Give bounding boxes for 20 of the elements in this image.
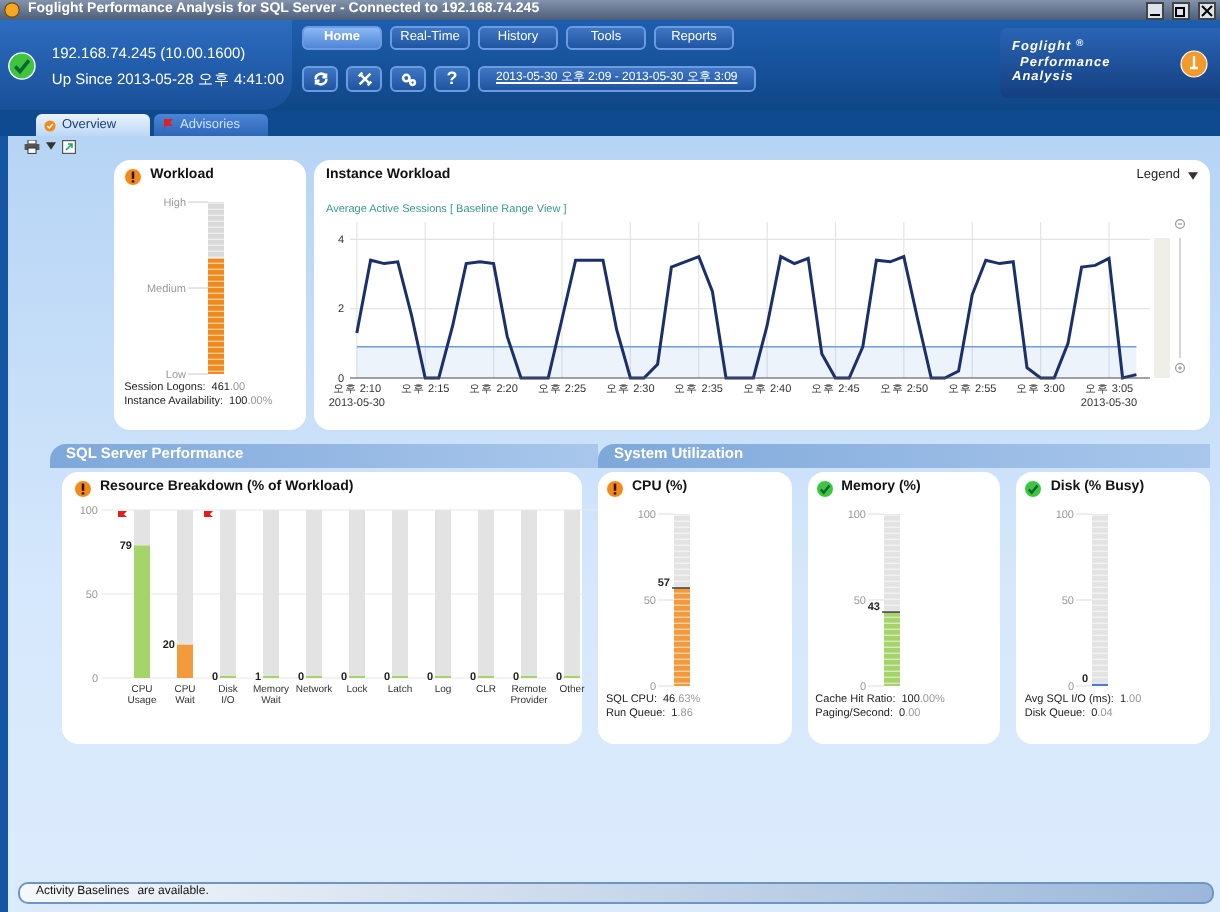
caret-icon[interactable]	[46, 142, 56, 150]
zoom-in-icon[interactable]	[1175, 362, 1185, 373]
settings-button[interactable]	[390, 66, 426, 92]
settings-icon	[399, 70, 417, 88]
tools-icon	[355, 70, 373, 88]
print-icon[interactable]	[24, 139, 40, 153]
caret-icon[interactable]	[1188, 172, 1198, 181]
refresh-icon	[311, 70, 329, 88]
close-icon[interactable]	[1198, 1, 1216, 19]
logo-icon	[1180, 49, 1208, 77]
refresh-button[interactable]	[302, 66, 338, 92]
minimize-icon[interactable]	[1146, 1, 1164, 19]
flag-icon	[162, 118, 174, 132]
tools-button[interactable]	[346, 66, 382, 92]
app-icon	[4, 2, 20, 18]
zoom-out-icon[interactable]	[1175, 218, 1185, 229]
status-icon	[44, 119, 56, 131]
export-icon[interactable]	[62, 139, 76, 153]
help-button[interactable]: ?	[434, 66, 470, 92]
restore-icon[interactable]	[1172, 1, 1190, 19]
